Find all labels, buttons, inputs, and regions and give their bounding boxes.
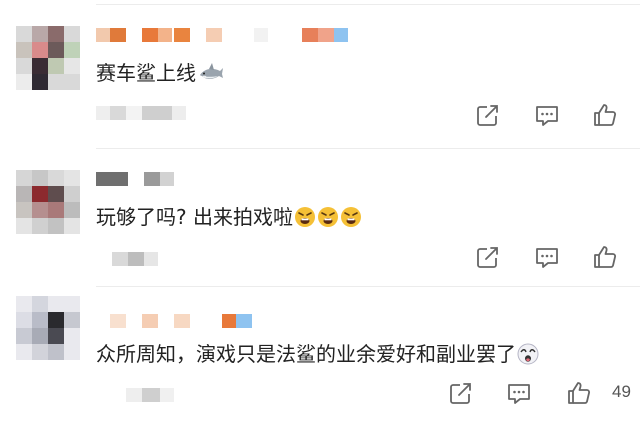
shark-emoji (200, 63, 223, 79)
comment-actions (440, 244, 640, 272)
comment-text-content: 玩够了吗? 出来拍戏啦 (96, 205, 293, 229)
dizzy-face-emoji (517, 343, 539, 365)
timestamp-blurred (96, 386, 186, 404)
angry-face-emoji (294, 207, 315, 227)
comment-text: 玩够了吗? 出来拍戏啦 (96, 204, 362, 230)
comment-actions: 49 (440, 380, 640, 408)
comment-text: 众所周知，演戏只是法鲨的业余爱好和副业罢了 (96, 341, 539, 367)
like-button[interactable] (566, 380, 592, 406)
share-icon (450, 383, 472, 404)
thumbs-up-icon (568, 382, 591, 404)
comment-icon (536, 248, 558, 268)
username-blurred[interactable] (96, 314, 256, 328)
like-button[interactable] (592, 102, 618, 128)
avatar[interactable] (16, 170, 80, 234)
timestamp-blurred (96, 250, 186, 268)
username-blurred[interactable] (96, 28, 356, 42)
comment-feed: 赛车鲨上线 玩够了吗? 出来拍戏啦 众所周知，演戏只是法鲨的业余爱好和副业罢了 … (0, 0, 640, 424)
reply-button[interactable] (506, 380, 532, 406)
comment-text: 赛车鲨上线 (96, 60, 225, 86)
angry-face-emoji (340, 207, 361, 227)
timestamp-blurred (96, 104, 186, 122)
thumbs-up-icon (594, 104, 617, 126)
divider (96, 4, 640, 5)
share-icon (477, 105, 499, 126)
thumbs-up-icon (594, 246, 617, 268)
comment-text-content: 众所周知，演戏只是法鲨的业余爱好和副业罢了 (96, 342, 516, 366)
share-button[interactable] (475, 244, 501, 270)
divider (96, 286, 640, 287)
comment-icon (536, 106, 558, 126)
share-button[interactable] (475, 102, 501, 128)
comment-text-content: 赛车鲨上线 (96, 61, 196, 85)
comment-icon (508, 384, 530, 404)
share-icon (477, 247, 499, 268)
reply-button[interactable] (534, 244, 560, 270)
username-blurred[interactable] (96, 172, 186, 186)
avatar[interactable] (16, 296, 80, 360)
like-count: 49 (612, 382, 631, 401)
reply-button[interactable] (534, 102, 560, 128)
share-button[interactable] (448, 380, 474, 406)
divider (96, 148, 640, 149)
angry-face-emoji (317, 207, 338, 227)
like-button[interactable] (592, 244, 618, 270)
comment-actions (440, 102, 640, 130)
avatar[interactable] (16, 26, 80, 90)
